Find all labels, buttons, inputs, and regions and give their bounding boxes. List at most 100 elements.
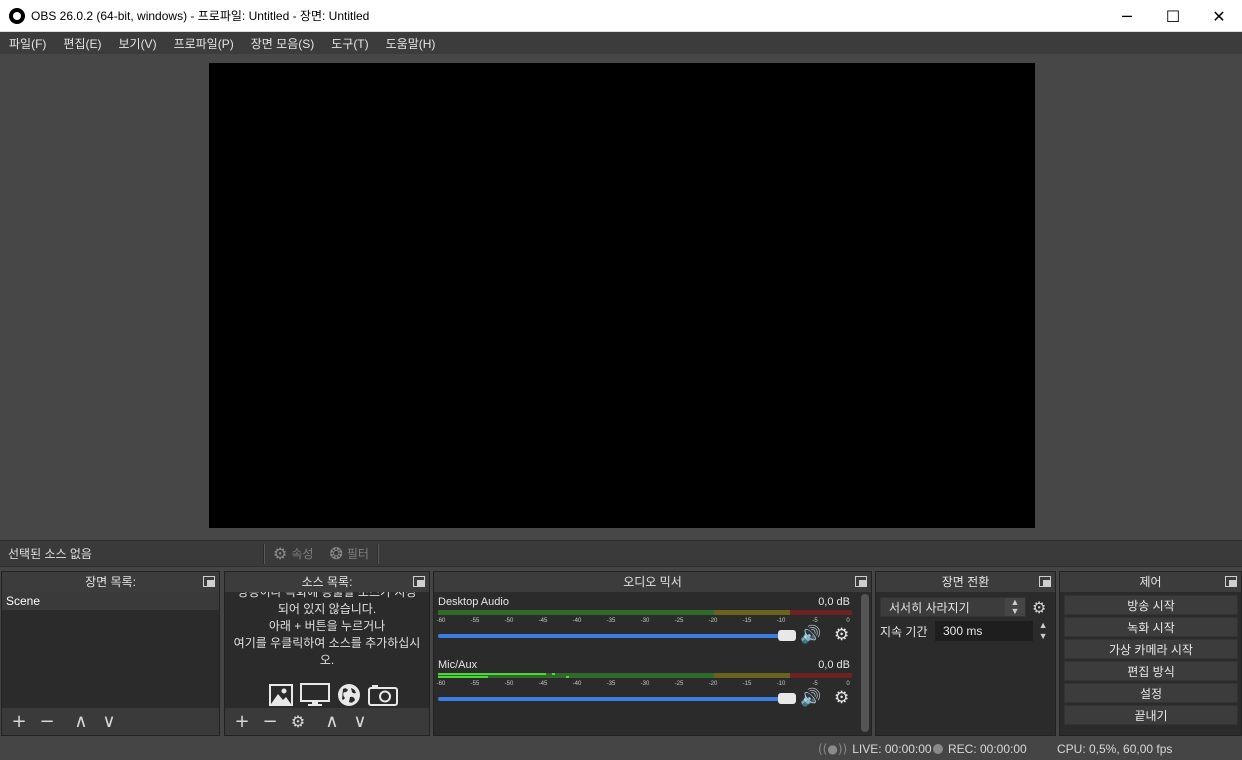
filters-button[interactable]: ❂ 필터	[321, 544, 377, 563]
menu-scene-collection[interactable]: 장면 모음(S)	[242, 35, 323, 52]
rec-status: REC: 00:00:00	[933, 742, 1027, 756]
volume-slider[interactable]	[438, 697, 792, 701]
move-up-button[interactable]: ∧	[68, 711, 94, 733]
volume-slider-handle[interactable]	[778, 693, 796, 704]
hint-line: 방송이나 녹화에 송출할 소스가 지정	[237, 592, 417, 599]
tick-label: -50	[504, 681, 514, 687]
mixer-title: 오디오 믹서	[623, 575, 682, 589]
chevron-down-icon[interactable]: ▼	[1039, 632, 1048, 641]
gear-icon[interactable]: ⚙	[834, 625, 849, 645]
transitions-dock: 장면 전환 서서히 사라지기 ▲ ▼ ⚙ 지속 기간 300 ms ▲ ▼	[875, 571, 1056, 736]
volume-meter	[438, 672, 852, 679]
gear-icon: ⚙	[273, 544, 288, 563]
toolbar-divider	[376, 543, 379, 564]
scene-item[interactable]: Scene	[2, 592, 219, 610]
camera-icon	[367, 682, 399, 708]
source-properties-gear-icon[interactable]: ⚙	[285, 711, 311, 733]
undock-icon[interactable]	[855, 576, 867, 587]
meter-ticks: -60 -55 -50 -45 -40 -35 -30 -25 -20 -15 …	[437, 681, 852, 691]
add-scene-button[interactable]: +	[6, 711, 32, 733]
remove-scene-button[interactable]: −	[34, 711, 60, 733]
mixer-body: Desktop Audio 0,0 dB -60 -55 -50 -45 -40…	[434, 592, 871, 735]
exit-button[interactable]: 끝내기	[1064, 705, 1238, 725]
menu-bar: 파일(F) 편집(E) 보기(V) 프로파일(P) 장면 모음(S) 도구(T)…	[0, 32, 1242, 54]
scenes-title: 장면 목록:	[85, 575, 136, 589]
globe-icon	[333, 682, 365, 708]
properties-button[interactable]: ⚙ 속성	[265, 544, 321, 563]
move-down-button[interactable]: ∨	[347, 711, 373, 733]
channel-name: Mic/Aux	[438, 659, 478, 671]
sources-empty-hint[interactable]: 방송이나 녹화에 송출할 소스가 지정 되어 있지 않습니다. 아래 + 버튼을…	[225, 592, 429, 710]
mixer-dock-title: 오디오 믹서	[434, 572, 871, 592]
move-up-button[interactable]: ∧	[319, 711, 345, 733]
audio-mixer-dock: 오디오 믹서 Desktop Audio 0,0 dB -60 -55 -50 …	[433, 571, 872, 736]
hint-line: 오.	[319, 653, 335, 667]
cpu-fps: CPU: 0,5%, 60,00 fps	[1057, 742, 1173, 756]
hint-line: 여기를 우클릭하여 소스를 추가하십시	[233, 636, 421, 650]
duration-row: 지속 기간 300 ms ▲ ▼	[880, 620, 1051, 642]
menu-edit[interactable]: 편집(E)	[54, 35, 109, 52]
menu-tools[interactable]: 도구(T)	[322, 35, 376, 52]
tick-label: -20	[708, 618, 718, 624]
preview-canvas[interactable]	[209, 63, 1035, 528]
tick-label: -30	[640, 681, 650, 687]
display-icon	[299, 682, 331, 708]
settings-button[interactable]: 설정	[1064, 683, 1238, 703]
tick-label: -35	[606, 618, 616, 624]
transitions-dock-title: 장면 전환	[876, 572, 1055, 592]
source-toolbar: 선택된 소스 없음 ⚙ 속성 ❂ 필터	[0, 540, 1242, 567]
menu-profile[interactable]: 프로파일(P)	[165, 35, 242, 52]
duration-label: 지속 기간	[880, 624, 928, 639]
close-button[interactable]: ✕	[1196, 0, 1242, 32]
maximize-button[interactable]: ☐	[1150, 0, 1196, 32]
move-down-button[interactable]: ∨	[96, 711, 122, 733]
menu-file[interactable]: 파일(F)	[0, 35, 54, 52]
transition-select[interactable]: 서서히 사라지기 ▲ ▼	[880, 597, 1026, 617]
start-virtual-camera-button[interactable]: 가상 카메라 시작	[1064, 639, 1238, 659]
tick-label: -5	[812, 618, 818, 624]
volume-meter	[438, 609, 852, 616]
duration-spinner[interactable]: ▲ ▼	[1035, 621, 1051, 641]
transition-select-row: 서서히 사라지기 ▲ ▼ ⚙	[880, 596, 1051, 618]
undock-icon[interactable]	[413, 576, 425, 587]
channel-name: Desktop Audio	[438, 596, 509, 608]
menu-help[interactable]: 도움말(H)	[377, 35, 444, 52]
menu-view[interactable]: 보기(V)	[109, 35, 164, 52]
volume-slider-handle[interactable]	[778, 630, 796, 641]
tick-label: -15	[742, 681, 752, 687]
controls-dock: 제어 방송 시작 녹화 시작 가상 카메라 시작 편집 방식 설정 끝내기	[1059, 571, 1242, 736]
undock-icon[interactable]	[1039, 576, 1051, 587]
start-streaming-button[interactable]: 방송 시작	[1064, 595, 1238, 615]
preview-area	[0, 54, 1242, 540]
duration-input[interactable]: 300 ms	[934, 621, 1034, 641]
chevron-up-icon[interactable]: ▲	[1039, 621, 1048, 630]
meter-ticks: -60 -55 -50 -45 -40 -35 -30 -25 -20 -15 …	[437, 618, 852, 628]
status-bar: ((●)) LIVE: 00:00:00 REC: 00:00:00 CPU: …	[0, 738, 1242, 760]
start-recording-button[interactable]: 녹화 시작	[1064, 617, 1238, 637]
speaker-icon[interactable]: 🔊	[800, 688, 821, 708]
chevron-updown-icon: ▲ ▼	[1005, 598, 1025, 616]
transition-selected: 서서히 사라지기	[889, 601, 970, 615]
scenes-dock-title: 장면 목록:	[2, 572, 219, 592]
gear-icon[interactable]: ⚙	[834, 688, 849, 708]
studio-mode-button[interactable]: 편집 방식	[1064, 661, 1238, 681]
title-bar: OBS 26.0.2 (64-bit, windows) - 프로파일: Unt…	[0, 0, 1242, 32]
tick-label: -40	[572, 681, 582, 687]
remove-source-button[interactable]: −	[257, 711, 283, 733]
speaker-icon[interactable]: 🔊	[800, 625, 821, 645]
undock-icon[interactable]	[203, 576, 215, 587]
tick-label: -15	[742, 618, 752, 624]
gear-icon[interactable]: ⚙	[1032, 598, 1046, 617]
sources-footer: + − ⚙ ∧ ∨	[225, 708, 429, 735]
image-icon	[265, 682, 297, 708]
tick-label: -45	[538, 618, 548, 624]
add-source-button[interactable]: +	[229, 711, 255, 733]
sources-dock: 소스 목록: 방송이나 녹화에 송출할 소스가 지정 되어 있지 않습니다. 아…	[224, 571, 430, 736]
mixer-scrollbar[interactable]	[861, 594, 869, 732]
volume-slider[interactable]	[438, 634, 792, 638]
live-status: ((●)) LIVE: 00:00:00	[818, 742, 932, 756]
properties-label: 속성	[291, 547, 314, 561]
channel-db: 0,0 dB	[818, 659, 850, 671]
undock-icon[interactable]	[1225, 576, 1237, 587]
minimize-button[interactable]: ─	[1104, 0, 1150, 32]
